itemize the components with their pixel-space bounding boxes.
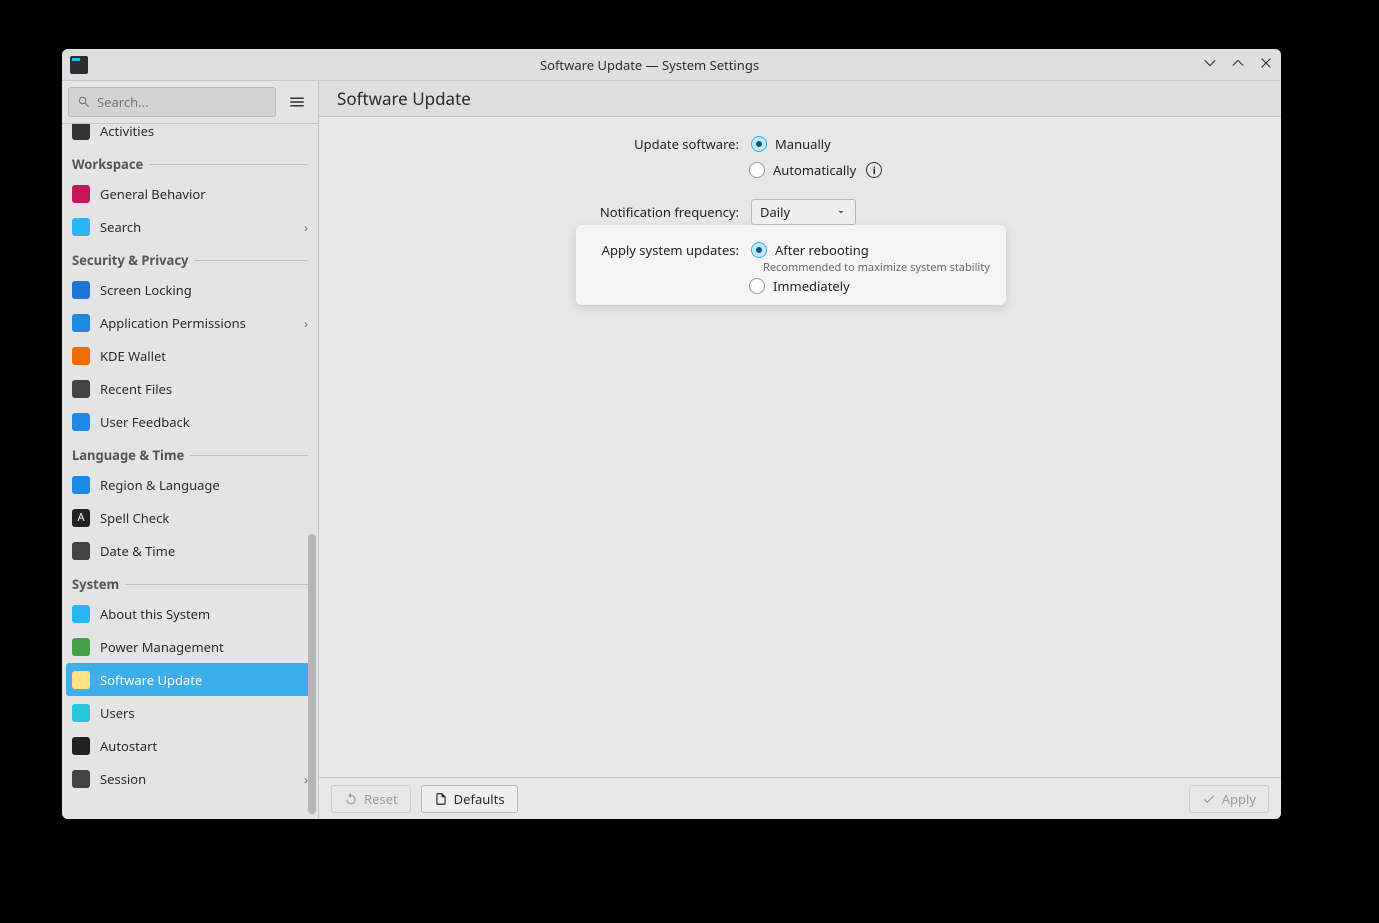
hamburger-icon — [288, 93, 306, 111]
titlebar[interactable]: Software Update — System Settings — [62, 49, 1281, 81]
sidebar-item-power-management[interactable]: Power Management — [62, 630, 318, 663]
sidebar-scrollbar[interactable] — [308, 124, 316, 819]
search-placeholder: Search... — [97, 93, 149, 111]
sidebar-item-label: KDE Wallet — [100, 347, 166, 365]
check-icon — [1202, 792, 1216, 806]
sidebar-item-label: About this System — [100, 605, 210, 623]
radio-automatically[interactable] — [749, 162, 765, 178]
sidebar-item-icon — [72, 638, 90, 656]
sidebar-item-label: Software Update — [100, 671, 202, 689]
sidebar-item-icon — [72, 605, 90, 623]
info-icon[interactable]: i — [866, 162, 882, 178]
sidebar-item-application-permissions[interactable]: Application Permissions› — [62, 306, 318, 339]
window-title: Software Update — System Settings — [96, 56, 1203, 74]
sidebar-item-label: Spell Check — [100, 509, 169, 527]
sidebar-item-autostart[interactable]: Autostart — [62, 729, 318, 762]
sidebar-item-label: Session — [100, 770, 146, 788]
sidebar-item-users[interactable]: Users — [62, 696, 318, 729]
sidebar-item-icon — [72, 770, 90, 788]
sidebar-item-label: Screen Locking — [100, 281, 192, 299]
sidebar-item-label: Application Permissions — [100, 314, 246, 332]
sidebar-item-label: Recent Files — [100, 380, 172, 398]
sidebar-item-label: Power Management — [100, 638, 224, 656]
sidebar-item-icon — [72, 281, 90, 299]
sidebar-item-label: Region & Language — [100, 476, 220, 494]
apply-updates-label: Apply system updates: — [597, 241, 739, 259]
sidebar-item-icon — [72, 542, 90, 560]
sidebar-category: System — [62, 567, 318, 597]
radio-manually[interactable] — [751, 136, 767, 152]
sidebar-item-region-language[interactable]: Region & Language — [62, 468, 318, 501]
sidebar-item-icon — [72, 185, 90, 203]
minimize-button[interactable] — [1203, 56, 1217, 73]
sidebar-item-date-time[interactable]: Date & Time — [62, 534, 318, 567]
scrollbar-thumb[interactable] — [308, 534, 316, 814]
radio-after-rebooting-label: After rebooting — [775, 241, 869, 259]
sidebar-item-icon — [72, 347, 90, 365]
sidebar-item-icon — [72, 737, 90, 755]
radio-immediately[interactable] — [749, 278, 765, 294]
search-icon — [77, 95, 91, 109]
radio-manually-label: Manually — [775, 135, 831, 153]
notification-label: Notification frequency: — [595, 203, 739, 221]
radio-after-rebooting[interactable] — [751, 242, 767, 258]
chevron-down-icon — [835, 206, 847, 218]
sidebar: Search... ActivitiesWorkspace General Beh… — [62, 81, 319, 819]
sidebar-item-icon — [72, 218, 90, 236]
sidebar-item-general-behavior[interactable]: General Behavior — [62, 177, 318, 210]
sidebar-item-search[interactable]: Search› — [62, 210, 318, 243]
defaults-button[interactable]: Defaults — [421, 785, 518, 813]
footer: Reset Defaults Apply — [319, 777, 1281, 819]
sidebar-item-about-this-system[interactable]: About this System — [62, 597, 318, 630]
radio-immediately-label: Immediately — [773, 277, 850, 295]
document-icon — [434, 792, 448, 806]
sidebar-item-label: User Feedback — [100, 413, 190, 431]
sidebar-item-activities[interactable]: Activities — [62, 124, 318, 147]
sidebar-item-label: Autostart — [100, 737, 157, 755]
update-software-label: Update software: — [629, 135, 739, 153]
maximize-button[interactable] — [1231, 56, 1245, 73]
sidebar-item-label: Users — [100, 704, 135, 722]
sidebar-category: Security & Privacy — [62, 243, 318, 273]
sidebar-item-kde-wallet[interactable]: KDE Wallet — [62, 339, 318, 372]
sidebar-item-software-update[interactable]: Software Update — [66, 663, 314, 696]
sidebar-item-session[interactable]: Session› — [62, 762, 318, 795]
sidebar-item-label: Search — [100, 218, 141, 236]
close-button[interactable] — [1259, 56, 1273, 73]
sidebar-item-screen-locking[interactable]: Screen Locking — [62, 273, 318, 306]
notification-frequency-select[interactable]: Daily — [751, 199, 856, 225]
sidebar-item-icon: A — [72, 509, 90, 527]
sidebar-item-icon — [72, 314, 90, 332]
app-icon — [70, 56, 88, 74]
notification-value: Daily — [760, 203, 790, 221]
sidebar-item-icon — [72, 413, 90, 431]
search-input[interactable]: Search... — [68, 87, 276, 117]
sidebar-category: Workspace — [62, 147, 318, 177]
apply-updates-hint: Recommended to maximize system stability — [763, 260, 990, 275]
undo-icon — [344, 792, 358, 806]
page-title: Software Update — [319, 81, 1281, 117]
sidebar-item-icon — [72, 704, 90, 722]
sidebar-item-label: Date & Time — [100, 542, 175, 560]
main-pane: Software Update Update software: Manuall… — [319, 81, 1281, 819]
sidebar-item-label: General Behavior — [100, 185, 206, 203]
sidebar-item-icon — [72, 671, 90, 689]
sidebar-item-icon — [72, 380, 90, 398]
sidebar-item-recent-files[interactable]: Recent Files — [62, 372, 318, 405]
sidebar-item-user-feedback[interactable]: User Feedback — [62, 405, 318, 438]
sidebar-category: Language & Time — [62, 438, 318, 468]
apply-button[interactable]: Apply — [1189, 785, 1269, 813]
reset-button[interactable]: Reset — [331, 785, 411, 813]
settings-window: Software Update — System Settings Search… — [62, 49, 1281, 819]
radio-automatically-label: Automatically — [773, 161, 856, 179]
sidebar-item-icon — [72, 476, 90, 494]
sidebar-item-spell-check[interactable]: A Spell Check — [62, 501, 318, 534]
hamburger-button[interactable] — [282, 87, 312, 117]
